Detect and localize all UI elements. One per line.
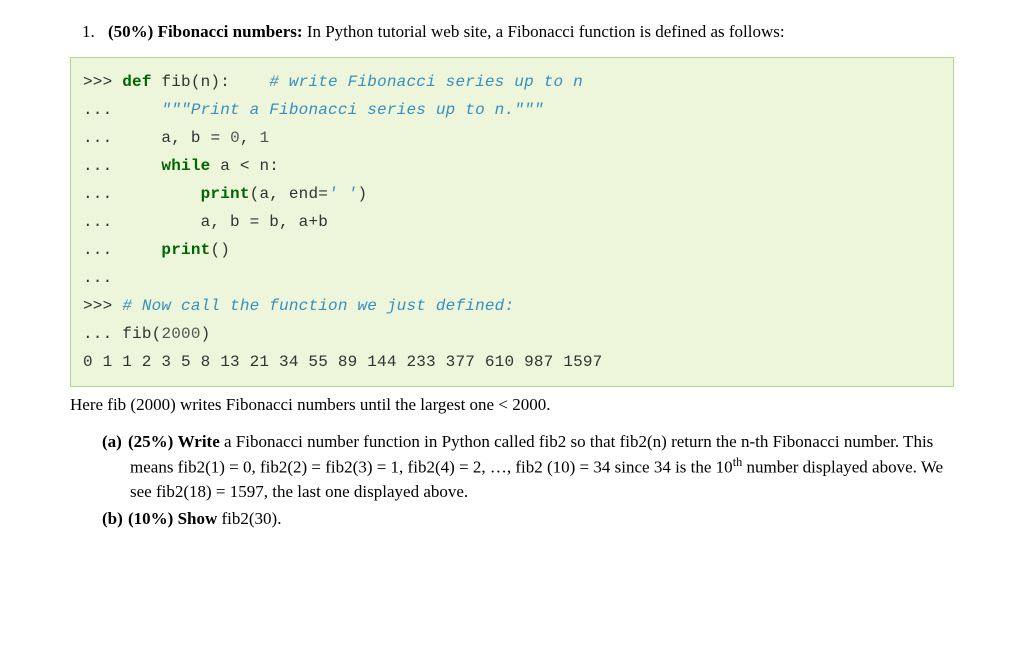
code-text: = bbox=[250, 213, 260, 231]
code-text: fib(n): bbox=[152, 73, 270, 91]
part-text: fib2(30). bbox=[217, 509, 281, 528]
question-title: Fibonacci numbers: bbox=[158, 22, 303, 41]
part-a: (a)(25%) Write a Fibonacci number functi… bbox=[130, 430, 954, 503]
code-text: a, b bbox=[161, 129, 210, 147]
code-line: ... while a < n: bbox=[83, 157, 279, 175]
keyword-print: print bbox=[201, 185, 250, 203]
string-literal: ' ' bbox=[328, 185, 357, 203]
code-text bbox=[220, 129, 230, 147]
code-text: = bbox=[210, 129, 220, 147]
code-text: , bbox=[240, 129, 260, 147]
literal: 2000 bbox=[161, 325, 200, 343]
part-verb: Write bbox=[178, 432, 220, 451]
keyword-while: while bbox=[161, 157, 210, 175]
explanation-text: Here fib (2000) writes Fibonacci numbers… bbox=[70, 393, 954, 417]
repl-prompt: ... bbox=[83, 241, 161, 259]
code-text: (a, end= bbox=[250, 185, 328, 203]
comment: # Now call the function we just defined: bbox=[122, 297, 514, 315]
question-weight: (50%) bbox=[108, 22, 153, 41]
code-line: ... fib(2000) bbox=[83, 325, 210, 343]
keyword-def: def bbox=[122, 73, 151, 91]
repl-prompt: ... bbox=[83, 157, 161, 175]
literal: 0 bbox=[230, 129, 240, 147]
code-text: fib( bbox=[122, 325, 161, 343]
repl-prompt: >>> bbox=[83, 73, 122, 91]
code-line: ... """Print a Fibonacci series up to n.… bbox=[83, 101, 544, 119]
code-text: ) bbox=[201, 325, 211, 343]
code-output: 0 1 1 2 3 5 8 13 21 34 55 89 144 233 377… bbox=[83, 353, 602, 371]
code-line: ... a, b = 0, 1 bbox=[83, 129, 269, 147]
list-marker: 1. bbox=[82, 20, 108, 45]
document-page: 1.(50%) Fibonacci numbers: In Python tut… bbox=[0, 0, 1024, 555]
code-text: b, a+b bbox=[259, 213, 328, 231]
subparts-list: (a)(25%) Write a Fibonacci number functi… bbox=[130, 430, 954, 531]
part-marker: (a) bbox=[102, 430, 128, 454]
repl-prompt: ... bbox=[83, 129, 161, 147]
question-intro-text: In Python tutorial web site, a Fibonacci… bbox=[303, 22, 785, 41]
keyword-print: print bbox=[161, 241, 210, 259]
code-line: ... a, b = b, a+b bbox=[83, 213, 328, 231]
python-code-block: >>> def fib(n): # write Fibonacci series… bbox=[70, 57, 954, 387]
code-line: ... bbox=[83, 269, 112, 287]
literal: 1 bbox=[259, 129, 269, 147]
code-text: () bbox=[210, 241, 230, 259]
code-text: a, b bbox=[201, 213, 250, 231]
code-line: >>> def fib(n): # write Fibonacci series… bbox=[83, 73, 583, 91]
part-marker: (b) bbox=[102, 507, 128, 531]
repl-prompt: ... bbox=[83, 185, 201, 203]
docstring: """Print a Fibonacci series up to n.""" bbox=[161, 101, 543, 119]
repl-prompt: ... bbox=[83, 101, 161, 119]
code-line: >>> # Now call the function we just defi… bbox=[83, 297, 514, 315]
code-line: ... print() bbox=[83, 241, 230, 259]
code-text: ) bbox=[357, 185, 367, 203]
repl-prompt: >>> bbox=[83, 297, 122, 315]
repl-prompt: ... bbox=[83, 325, 122, 343]
part-weight: (25%) bbox=[128, 432, 173, 451]
part-verb: Show bbox=[178, 509, 218, 528]
question-1-intro: 1.(50%) Fibonacci numbers: In Python tut… bbox=[110, 20, 954, 45]
repl-prompt: ... bbox=[83, 213, 201, 231]
part-weight: (10%) bbox=[128, 509, 173, 528]
comment: # write Fibonacci series up to n bbox=[269, 73, 583, 91]
code-line: ... print(a, end=' ') bbox=[83, 185, 367, 203]
code-text: a < n: bbox=[210, 157, 279, 175]
part-b: (b)(10%) Show fib2(30). bbox=[130, 507, 954, 531]
ordinal-sup: th bbox=[733, 455, 743, 469]
repl-prompt: ... bbox=[83, 269, 112, 287]
